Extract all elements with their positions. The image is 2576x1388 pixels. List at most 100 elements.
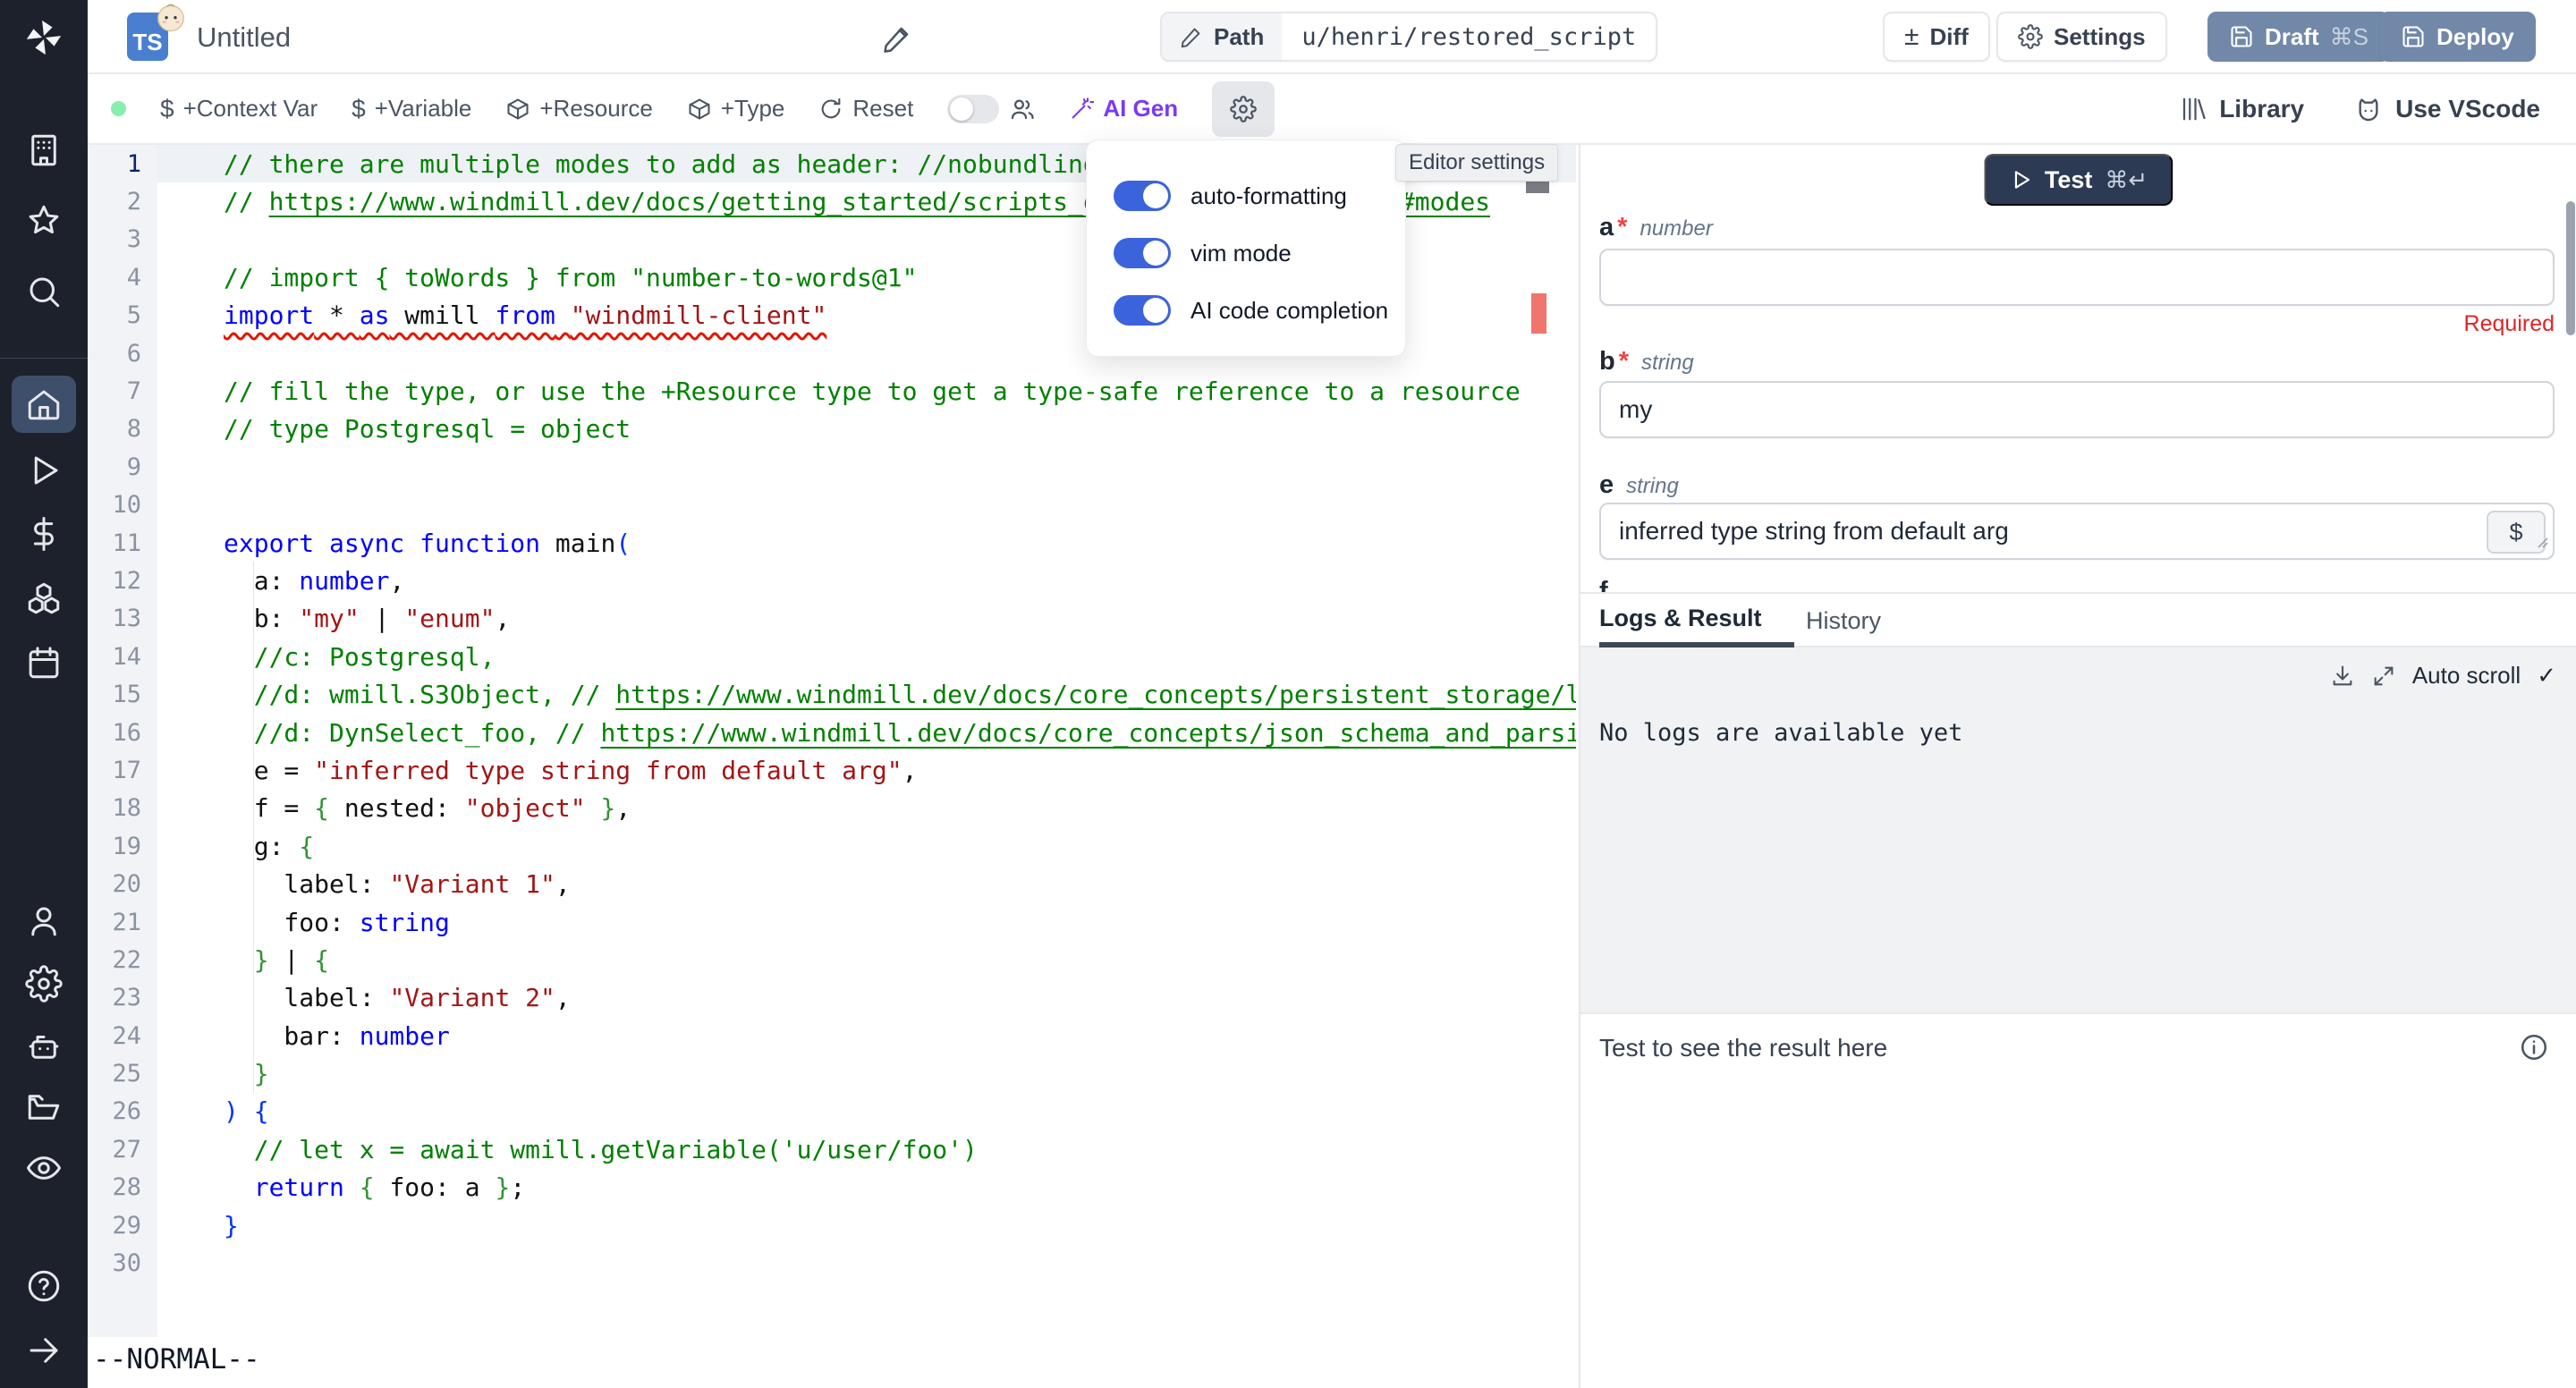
multiplayer-switch[interactable] — [947, 95, 999, 123]
field-a-label: a* number — [1599, 213, 1713, 242]
editor-settings-tooltip: Editor settings — [1395, 144, 1558, 182]
expand-fullscreen-icon[interactable] — [2371, 664, 2396, 689]
path-value[interactable]: u/henri/restored_script — [1282, 13, 1656, 60]
code-line[interactable]: 23 label: "Variant 2", — [88, 979, 1576, 1017]
code-line[interactable]: 11export async function main( — [88, 524, 1576, 562]
line-number: 8 — [88, 415, 157, 443]
download-icon[interactable] — [2330, 664, 2355, 689]
code-line[interactable]: 10 — [88, 487, 1576, 524]
edit-title-pencil-icon[interactable] — [882, 23, 912, 58]
package-icon — [505, 97, 530, 122]
add-type-button[interactable]: +Type — [687, 95, 785, 123]
ai-gen-button[interactable]: AI Gen — [1069, 95, 1178, 123]
code-line[interactable]: 12 a: number, — [88, 562, 1576, 599]
auto-scroll-label[interactable]: Auto scroll — [2412, 662, 2521, 690]
use-vscode-button[interactable]: Use VScode — [2354, 95, 2540, 123]
top-bar: TS Untitled Path u/henri/restored_script… — [88, 0, 2576, 74]
line-number: 3 — [88, 225, 157, 253]
info-icon[interactable] — [2519, 1032, 2549, 1067]
library-icon — [2180, 96, 2207, 123]
diff-button[interactable]: ± Diff — [1883, 12, 1990, 62]
workspace-building-icon[interactable] — [12, 122, 76, 179]
form-scrollbar-thumb[interactable] — [2566, 201, 2575, 335]
expand-arrow-icon[interactable] — [12, 1322, 76, 1379]
code-line[interactable]: 19 g: { — [88, 827, 1576, 865]
field-b-input[interactable]: my — [1599, 381, 2555, 438]
resize-handle-icon[interactable] — [2533, 527, 2549, 555]
line-number: 25 — [88, 1060, 157, 1088]
line-number: 20 — [88, 870, 157, 898]
multiplayer-toggle[interactable] — [947, 95, 1035, 123]
code-line[interactable]: 21 foo: string — [88, 903, 1576, 941]
search-icon[interactable] — [12, 263, 76, 320]
code-line[interactable]: 16 //d: DynSelect_foo, // https://www.wi… — [88, 714, 1576, 751]
code-line[interactable]: 29} — [88, 1206, 1576, 1244]
code-line[interactable]: 28 return { foo: a }; — [88, 1169, 1576, 1206]
help-icon[interactable] — [12, 1257, 76, 1315]
line-number: 22 — [88, 946, 157, 974]
code-line[interactable]: 17 e = "inferred type string from defaul… — [88, 751, 1576, 789]
field-e-label: e string — [1599, 470, 1679, 500]
toggle-switch[interactable] — [1114, 181, 1171, 211]
code-line[interactable]: 27 // let x = await wmill.getVariable('u… — [88, 1130, 1576, 1168]
run-preview-panel: Test ⌘↵ a* number Required b* string my … — [1579, 145, 2576, 1388]
toggle-label: auto-formatting — [1191, 182, 1347, 210]
line-number: 11 — [88, 529, 157, 557]
tab-logs-result[interactable]: Logs & Result — [1599, 594, 1794, 647]
code-line[interactable]: 14 //c: Postgresql, — [88, 638, 1576, 675]
field-e-input[interactable]: inferred type string from default arg $ — [1599, 503, 2555, 560]
resources-cubes-icon[interactable] — [12, 570, 76, 627]
status-dot — [111, 101, 126, 116]
audit-eye-icon[interactable] — [12, 1139, 76, 1197]
toggle-switch[interactable] — [1114, 238, 1171, 268]
toggle-switch[interactable] — [1114, 295, 1171, 326]
user-icon[interactable] — [12, 893, 76, 950]
code-line[interactable]: 8// type Postgresql = object — [88, 410, 1576, 448]
path-editor[interactable]: Path u/henri/restored_script — [1160, 12, 1657, 62]
folders-icon[interactable] — [12, 1079, 76, 1136]
code-line[interactable]: 30 — [88, 1244, 1576, 1282]
path-label-segment: Path — [1162, 13, 1282, 60]
save-icon — [2229, 24, 2254, 49]
code-line[interactable]: 18 f = { nested: "object" }, — [88, 790, 1576, 827]
add-context-var-button[interactable]: $ +Context Var — [160, 95, 318, 123]
line-number: 5 — [88, 301, 157, 329]
workers-robot-icon[interactable] — [12, 1018, 76, 1075]
home-icon[interactable] — [12, 376, 76, 433]
code-line[interactable]: 15 //d: wmill.S3Object, // https://www.w… — [88, 675, 1576, 713]
code-line[interactable]: 25 } — [88, 1054, 1576, 1092]
test-button[interactable]: Test ⌘↵ — [1984, 154, 2173, 206]
code-line[interactable]: 7// fill the type, or use the +Resource … — [88, 372, 1576, 410]
code-line[interactable]: 9 — [88, 448, 1576, 486]
add-resource-button[interactable]: +Resource — [505, 95, 652, 123]
dollar-icon: $ — [352, 95, 366, 123]
line-number: 13 — [88, 605, 157, 632]
settings-button[interactable]: Settings — [1996, 12, 2167, 62]
deploy-button[interactable]: Deploy — [2379, 12, 2536, 62]
runs-play-icon[interactable] — [12, 442, 76, 499]
code-line[interactable]: 22 } | { — [88, 941, 1576, 978]
reset-button[interactable]: Reset — [818, 95, 913, 123]
code-line[interactable]: 20 label: "Variant 1", — [88, 865, 1576, 902]
schedules-calendar-icon[interactable] — [12, 634, 76, 691]
test-shortcut: ⌘↵ — [2105, 166, 2148, 194]
windmill-logo-icon[interactable] — [17, 11, 71, 64]
library-button[interactable]: Library — [2180, 95, 2304, 123]
favorites-star-icon[interactable] — [12, 192, 76, 250]
auto-scroll-check[interactable]: ✓ — [2537, 662, 2556, 690]
code-line[interactable]: 26) { — [88, 1093, 1576, 1130]
line-number: 28 — [88, 1173, 157, 1201]
code-line[interactable]: 24 bar: number — [88, 1017, 1576, 1054]
field-a-input[interactable] — [1599, 249, 2555, 306]
code-line[interactable]: 13 b: "my" | "enum", — [88, 600, 1576, 638]
editor-settings-dropdown: auto-formattingvim modeAI code completio… — [1086, 140, 1406, 357]
sidebar-divider — [0, 358, 88, 359]
settings-gear-icon[interactable] — [12, 955, 76, 1012]
add-variable-button[interactable]: $ +Variable — [352, 95, 471, 123]
line-number: 19 — [88, 833, 157, 860]
tab-history[interactable]: History — [1806, 594, 1881, 647]
editor-settings-gear-button[interactable] — [1212, 81, 1275, 137]
editor-toolbar: $ +Context Var $ +Variable +Resource +Ty… — [88, 74, 2576, 145]
variables-dollar-icon[interactable] — [12, 505, 76, 563]
draft-button[interactable]: Draft ⌘S — [2207, 12, 2390, 62]
